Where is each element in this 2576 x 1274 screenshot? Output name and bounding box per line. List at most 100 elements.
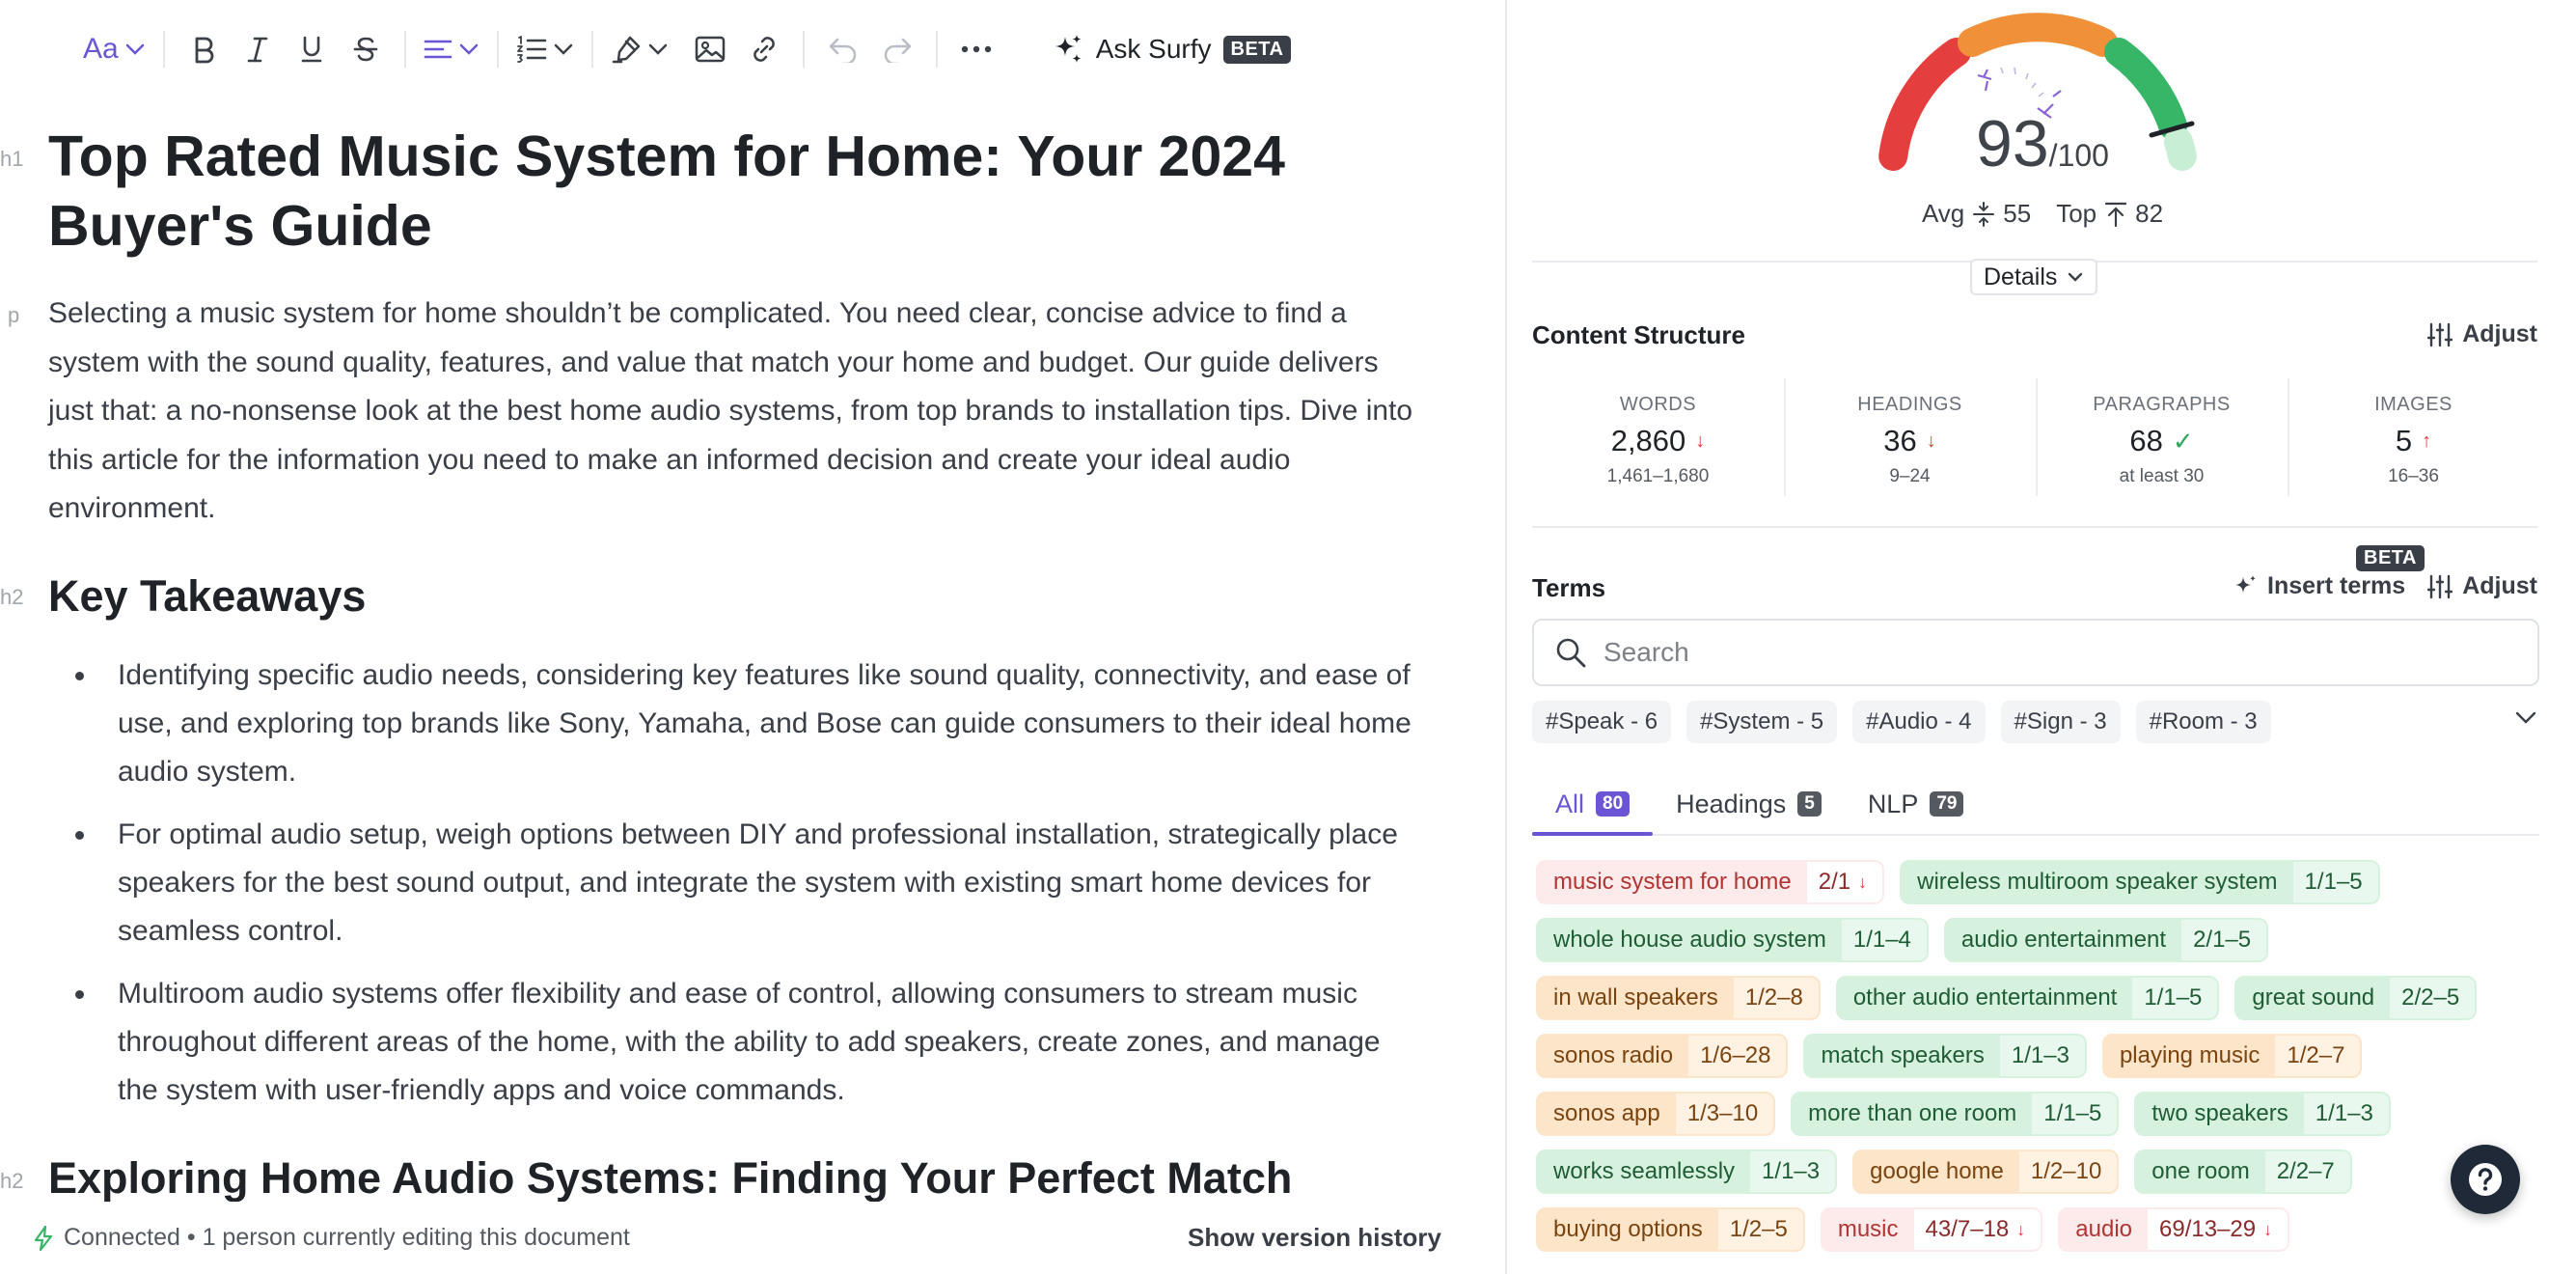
avg-value: 55 <box>2003 199 2032 228</box>
term-chip[interactable]: playing music 1/2–7 <box>2101 1034 2363 1078</box>
chevron-down-icon <box>553 42 574 56</box>
list-item[interactable]: Multiroom audio systems offer flexibilit… <box>48 970 1418 1115</box>
term-label: google home <box>1870 1158 2004 1184</box>
term-chip[interactable]: whole house audio system 1/1–4 <box>1536 918 1929 962</box>
align-dropdown[interactable] <box>418 25 485 73</box>
toolbar-divider <box>935 31 938 68</box>
term-count-value: 2/2–5 <box>2401 984 2460 1011</box>
expand-topics-button[interactable] <box>2514 710 2537 726</box>
list-dropdown[interactable] <box>510 25 580 73</box>
insert-terms-button[interactable]: Insert terms <box>2233 572 2405 600</box>
bold-button[interactable] <box>179 25 228 73</box>
content-adjust-button[interactable]: Adjust <box>2427 320 2537 348</box>
term-count: 1/3–10 <box>1675 1094 1774 1134</box>
topic-chip[interactable]: #Sign - 3 <box>2000 701 2121 743</box>
metric-value: 68 <box>2129 424 2163 457</box>
checkmark-icon: ✓ <box>2172 426 2194 456</box>
terms-search <box>1532 619 2539 686</box>
term-chip[interactable]: wireless multiroom speaker system 1/1–5 <box>1900 860 2380 904</box>
tab-all[interactable]: All 80 <box>1532 774 1654 836</box>
metric-value: 36 <box>1883 424 1917 457</box>
redo-button[interactable] <box>873 25 921 73</box>
italic-button[interactable] <box>233 25 282 73</box>
term-label: sonos app <box>1553 1100 1660 1126</box>
chevron-down-icon <box>647 42 669 56</box>
adjust-label: Adjust <box>2462 320 2537 347</box>
term-chip[interactable]: music 43/7–18 ↓ <box>1820 1207 2043 1252</box>
insert-link-button[interactable] <box>740 25 788 73</box>
block-type-label: p <box>8 303 20 327</box>
term-count-value: 1/1–5 <box>2144 984 2203 1011</box>
tab-nlp[interactable]: NLP 79 <box>1845 774 1987 834</box>
topic-chip[interactable]: #Room - 3 <box>2135 701 2271 743</box>
term-label: one room <box>2151 1158 2250 1184</box>
term-label: music <box>1837 1216 1899 1242</box>
highlight-dropdown[interactable] <box>605 25 674 73</box>
topic-chip[interactable]: #System - 5 <box>1686 701 1838 743</box>
term-count: 1/2–10 <box>2018 1151 2118 1192</box>
heading-exploring[interactable]: Exploring Home Audio Systems: Finding Yo… <box>48 1151 1292 1205</box>
beta-badge: BETA <box>2356 545 2425 571</box>
underline-button[interactable] <box>288 25 336 73</box>
term-count: 1/2–7 <box>2275 1036 2361 1076</box>
help-button[interactable] <box>2451 1145 2520 1214</box>
term-count-value: 69/13–29 <box>2159 1216 2257 1242</box>
ask-surfy-button[interactable]: Ask Surfy BETA <box>1052 33 1292 66</box>
tab-count-badge: 5 <box>1797 791 1822 817</box>
document-title[interactable]: Top Rated Music System for Home: Your 20… <box>48 122 1341 261</box>
term-list: music system for home 2/1 ↓ wireless multir… <box>1536 860 2549 1252</box>
details-button[interactable]: Details <box>1970 259 2098 295</box>
term-chip[interactable]: music system for home 2/1 ↓ <box>1536 860 1885 904</box>
topic-chip[interactable]: #Audio - 4 <box>1852 701 1986 743</box>
term-chip[interactable]: other audio entertainment 1/1–5 <box>1835 976 2220 1020</box>
search-input[interactable] <box>1603 637 2472 668</box>
content-metrics: WORDS 2,860 ↓ 1,461–1,680 HEADINGS 36 ↓ 9–… <box>1532 378 2539 498</box>
tab-count-badge: 79 <box>1930 791 1964 817</box>
connection-text: Connected • 1 person currently editing t… <box>64 1224 630 1251</box>
terms-adjust-button[interactable]: Adjust <box>2427 572 2537 600</box>
term-chip[interactable]: google home 1/2–10 <box>1852 1149 2120 1194</box>
show-version-history-button[interactable]: Show version history <box>1188 1223 1441 1253</box>
insert-image-button[interactable] <box>686 25 734 73</box>
term-chip[interactable]: one room 2/2–7 <box>2134 1149 2352 1194</box>
text-style-dropdown[interactable]: Aa <box>77 25 151 73</box>
topic-chip[interactable]: #Speak - 6 <box>1532 701 1672 743</box>
list-item[interactable]: Identifying specific audio needs, consid… <box>48 651 1418 796</box>
term-count: 1/1–5 <box>2032 1094 2118 1134</box>
term-chip[interactable]: sonos app 1/3–10 <box>1536 1092 1776 1136</box>
insert-terms-label: Insert terms <box>2267 572 2406 599</box>
score-max: /100 <box>2048 138 2109 173</box>
term-count-value: 1/6–28 <box>1700 1042 1771 1068</box>
intro-paragraph[interactable]: Selecting a music system for home should… <box>48 290 1418 534</box>
term-chip[interactable]: buying options 1/2–5 <box>1536 1207 1805 1252</box>
sparkles-icon <box>1052 33 1084 66</box>
more-options-button[interactable] <box>952 25 1000 73</box>
top-icon <box>2104 202 2127 227</box>
image-icon <box>695 36 726 63</box>
term-chip[interactable]: more than one room 1/1–5 <box>1791 1092 2120 1136</box>
term-chip[interactable]: in wall speakers 1/2–8 <box>1536 976 1821 1020</box>
term-chip[interactable]: audio entertainment 2/1–5 <box>1943 918 2269 962</box>
list-item[interactable]: For optimal audio setup, weigh options b… <box>48 811 1418 956</box>
link-icon <box>749 34 780 65</box>
underline-icon <box>298 35 325 64</box>
term-label: whole house audio system <box>1553 927 1826 953</box>
term-chip[interactable]: audio 69/13–29 ↓ <box>2058 1207 2290 1252</box>
text-style-label: Aa <box>83 33 119 65</box>
term-chip[interactable]: match speakers 1/1–3 <box>1803 1034 2087 1078</box>
heading-key-takeaways[interactable]: Key Takeaways <box>48 569 366 623</box>
highlighter-icon <box>611 35 642 64</box>
tab-headings[interactable]: Headings 5 <box>1653 774 1845 834</box>
term-chip[interactable]: works seamlessly 1/1–3 <box>1536 1149 1838 1194</box>
metric-range: 16–36 <box>2388 466 2439 486</box>
italic-icon <box>244 35 271 64</box>
term-count-value: 1/1–5 <box>2304 869 2363 895</box>
undo-button[interactable] <box>819 25 867 73</box>
term-label: sonos radio <box>1553 1042 1674 1068</box>
term-chip[interactable]: sonos radio 1/6–28 <box>1536 1034 1789 1078</box>
term-chip[interactable]: two speakers 1/1–3 <box>2134 1092 2391 1136</box>
term-chip[interactable]: great sound 2/2–5 <box>2234 976 2478 1020</box>
term-label: music system for home <box>1553 869 1792 895</box>
strikethrough-button[interactable] <box>342 25 390 73</box>
editor-pane: Aa Ask Surfy BETA h1 Top Rated Music Sys… <box>0 0 1505 1274</box>
